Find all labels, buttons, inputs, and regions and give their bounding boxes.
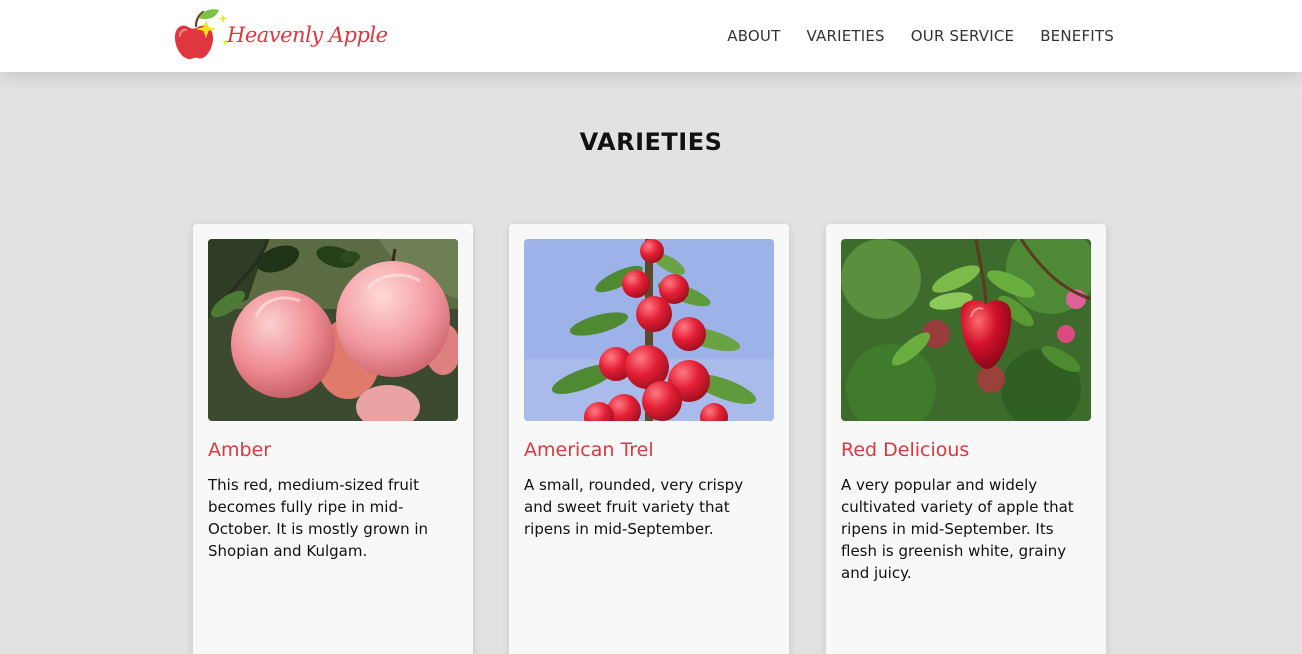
card-description: A very popular and widely cultivated var…	[841, 476, 1074, 582]
variety-card-amber: Amber This red, medium-sized fruit becom…	[193, 224, 473, 654]
card-title: American Trel	[524, 439, 654, 461]
navbar: Heavenly Apple ABOUT VARIETIES OUR SERVI…	[0, 0, 1302, 72]
nav-link-varieties[interactable]: VARIETIES	[806, 27, 884, 45]
nav-link-about[interactable]: ABOUT	[727, 27, 780, 45]
red-delicious-apple-image	[841, 239, 1091, 421]
section-title: VARIETIES	[579, 128, 723, 156]
variety-card-red-delicious: Red Delicious A very popular and widely …	[826, 224, 1106, 654]
amber-apple-image	[208, 239, 458, 421]
card-title: Red Delicious	[841, 439, 970, 461]
apple-sparkle-icon	[174, 9, 229, 60]
nav-link-benefits[interactable]: BENEFITS	[1040, 27, 1114, 45]
card-description: This red, medium-sized fruit becomes ful…	[208, 476, 429, 560]
card-description: A small, rounded, very crispy and sweet …	[524, 476, 744, 538]
brand-name: Heavenly Apple	[227, 23, 388, 47]
brand-logo-link[interactable]: Heavenly Apple	[172, 6, 388, 64]
american-trel-apple-image	[524, 239, 774, 421]
nav-link-our-service[interactable]: OUR SERVICE	[911, 27, 1014, 45]
card-title: Amber	[208, 439, 272, 461]
main-nav: ABOUT VARIETIES OUR SERVICE BENEFITS	[727, 0, 1114, 72]
variety-card-american-trel: American Trel A small, rounded, very cri…	[509, 224, 789, 654]
